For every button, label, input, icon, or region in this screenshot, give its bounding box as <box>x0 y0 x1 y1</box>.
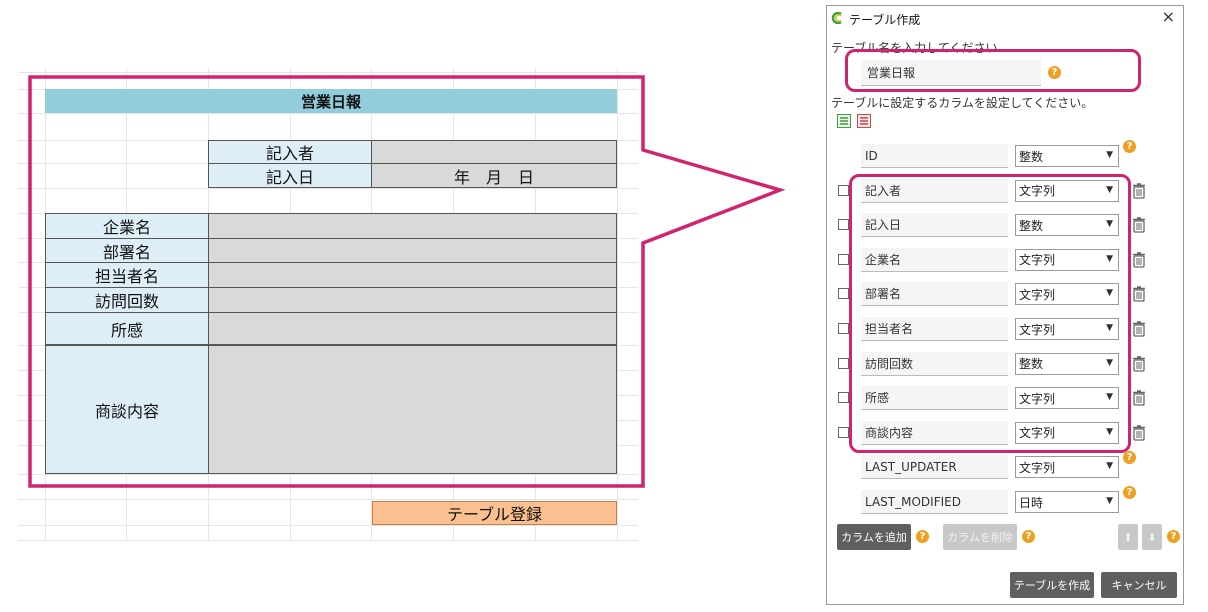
column-type-value: 整数 <box>1019 149 1044 164</box>
move-up-button[interactable]: ⬆ <box>1118 524 1138 550</box>
column-checkbox[interactable] <box>838 253 849 265</box>
delete-column-help-icon[interactable]: ? <box>1022 530 1035 543</box>
select-all-icon[interactable] <box>837 114 851 128</box>
column-type-value: 日時 <box>1019 495 1044 510</box>
column-checkbox[interactable] <box>838 219 849 231</box>
add-column-button[interactable]: カラムを追加 <box>837 524 911 550</box>
trash-icon[interactable] <box>1132 251 1146 268</box>
move-down-button[interactable]: ⬇ <box>1142 524 1162 550</box>
deselect-all-icon[interactable] <box>857 114 871 128</box>
column-type-select[interactable]: 日時 ▼ <box>1015 491 1119 513</box>
create-table-button[interactable]: テーブルを作成 <box>1010 572 1094 598</box>
column-type-value: 文字列 <box>1019 460 1056 475</box>
close-icon[interactable]: × <box>1162 7 1175 26</box>
trash-icon[interactable] <box>1132 424 1146 441</box>
columns-highlight <box>849 174 1131 453</box>
column-type-select[interactable]: 文字列 ▼ <box>1015 456 1119 479</box>
column-prompt: テーブルに設定するカラムを設定してください。 <box>831 96 1094 110</box>
trash-icon[interactable] <box>1132 216 1146 233</box>
chevron-down-icon: ▼ <box>1106 496 1113 506</box>
column-name-input[interactable]: ID <box>861 144 1008 168</box>
arrow-up-icon: ⬆ <box>1123 530 1133 544</box>
column-checkbox[interactable] <box>838 288 849 300</box>
column-type-select[interactable]: 整数 ▼ <box>1015 145 1119 167</box>
chevron-down-icon: ▼ <box>1106 150 1113 160</box>
trash-icon[interactable] <box>1132 320 1146 337</box>
column-checkbox[interactable] <box>838 426 849 438</box>
order-help-icon[interactable]: ? <box>1167 530 1180 543</box>
help-icon[interactable]: ? <box>1123 140 1136 153</box>
column-checkbox[interactable] <box>838 392 849 404</box>
trash-icon[interactable] <box>1132 285 1146 303</box>
column-name-input[interactable]: LAST_UPDATER <box>861 455 1008 480</box>
trash-icon[interactable] <box>1132 182 1146 199</box>
create-table-dialog: テーブル作成 × テーブル名を入力してください 営業日報 ? テーブルに設定する… <box>826 5 1184 605</box>
help-icon[interactable]: ? <box>1123 451 1136 465</box>
cancel-button[interactable]: キャンセル <box>1101 572 1177 598</box>
app-logo-icon <box>831 12 842 24</box>
table-name-highlight <box>845 49 1141 92</box>
column-name-input[interactable]: LAST_MODIFIED <box>861 490 1008 514</box>
column-checkbox[interactable] <box>838 184 849 196</box>
dialog-title: テーブル作成 <box>849 13 921 27</box>
chevron-down-icon: ▼ <box>1106 461 1113 472</box>
column-checkbox[interactable] <box>838 357 849 369</box>
trash-icon[interactable] <box>1132 355 1146 372</box>
help-icon[interactable]: ? <box>1123 486 1136 499</box>
delete-column-button[interactable]: カラムを削除 <box>943 524 1017 550</box>
add-column-help-icon[interactable]: ? <box>916 530 929 543</box>
trash-icon[interactable] <box>1132 389 1146 406</box>
arrow-down-icon: ⬇ <box>1147 530 1157 544</box>
column-checkbox[interactable] <box>838 323 849 334</box>
